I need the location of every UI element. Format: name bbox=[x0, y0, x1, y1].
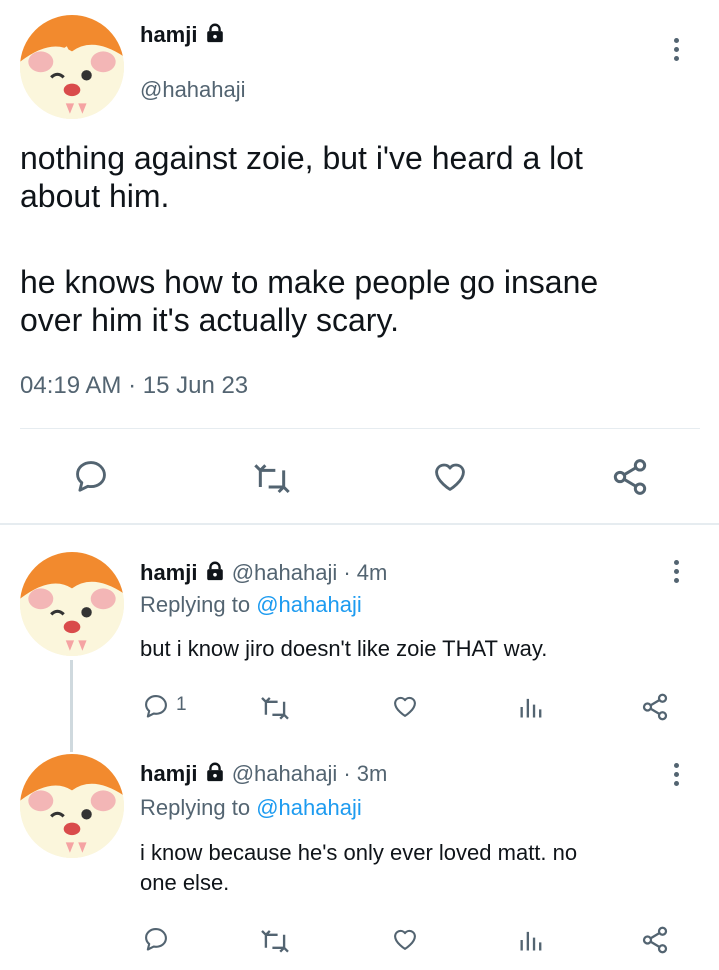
share-icon[interactable] bbox=[610, 457, 650, 502]
reply-text-line: one else. bbox=[140, 870, 230, 895]
display-name[interactable]: hamji bbox=[140, 22, 197, 47]
handle-time[interactable]: @hahahaji · 3m bbox=[232, 761, 388, 786]
reply-text-line: but i know jiro doesn't like zoie THAT w… bbox=[140, 636, 548, 661]
retweet-icon[interactable] bbox=[259, 927, 291, 958]
more-icon[interactable] bbox=[673, 763, 681, 790]
display-name[interactable]: hamji bbox=[140, 560, 197, 585]
replying-prefix: Replying to bbox=[140, 795, 251, 820]
tweet-text-line: he knows how to make people go insane bbox=[20, 264, 599, 300]
timestamp[interactable]: 04:19 AM · 15 Jun 23 bbox=[20, 372, 248, 400]
handle[interactable]: @hahahaji bbox=[140, 77, 246, 103]
lock-icon bbox=[204, 22, 226, 50]
reply-text-line: i know because he's only ever loved matt… bbox=[140, 840, 578, 865]
lock-icon bbox=[204, 761, 226, 789]
avatar[interactable] bbox=[20, 15, 124, 119]
like-icon[interactable] bbox=[390, 692, 420, 725]
like-icon[interactable] bbox=[430, 457, 470, 500]
divider bbox=[20, 428, 700, 429]
avatar[interactable] bbox=[20, 754, 124, 858]
reply-text: but i know jiro doesn't like zoie THAT w… bbox=[140, 634, 547, 664]
replying-prefix: Replying to bbox=[140, 592, 251, 617]
more-icon[interactable] bbox=[673, 38, 681, 65]
views-icon[interactable] bbox=[517, 693, 545, 726]
thread-line bbox=[70, 660, 73, 752]
tweet-text: nothing against zoie, but i've heard a l… bbox=[20, 139, 700, 339]
display-name[interactable]: hamji bbox=[140, 761, 197, 786]
handle-time[interactable]: @hahahaji · 4m bbox=[232, 560, 388, 585]
replying-to-link[interactable]: @hahahaji bbox=[256, 592, 362, 617]
share-icon[interactable] bbox=[640, 925, 670, 960]
views-icon[interactable] bbox=[517, 926, 545, 959]
reply-icon[interactable] bbox=[72, 457, 110, 500]
section-divider bbox=[0, 523, 719, 525]
reply-count: 1 bbox=[176, 694, 187, 715]
reply-icon[interactable] bbox=[142, 925, 170, 958]
like-icon[interactable] bbox=[390, 925, 420, 958]
avatar[interactable] bbox=[20, 552, 124, 656]
share-icon[interactable] bbox=[640, 692, 670, 727]
retweet-icon[interactable] bbox=[252, 460, 292, 499]
replying-to-link[interactable]: @hahahaji bbox=[256, 795, 362, 820]
retweet-icon[interactable] bbox=[259, 694, 291, 725]
reply-icon[interactable] bbox=[142, 692, 170, 725]
tweet-text-line: about him. bbox=[20, 178, 170, 214]
tweet-text-line: nothing against zoie, but i've heard a l… bbox=[20, 140, 583, 176]
reply-text: i know because he's only ever loved matt… bbox=[140, 838, 700, 898]
tweet-text-line: over him it's actually scary. bbox=[20, 302, 399, 338]
more-icon[interactable] bbox=[673, 560, 681, 587]
lock-icon bbox=[204, 560, 226, 588]
